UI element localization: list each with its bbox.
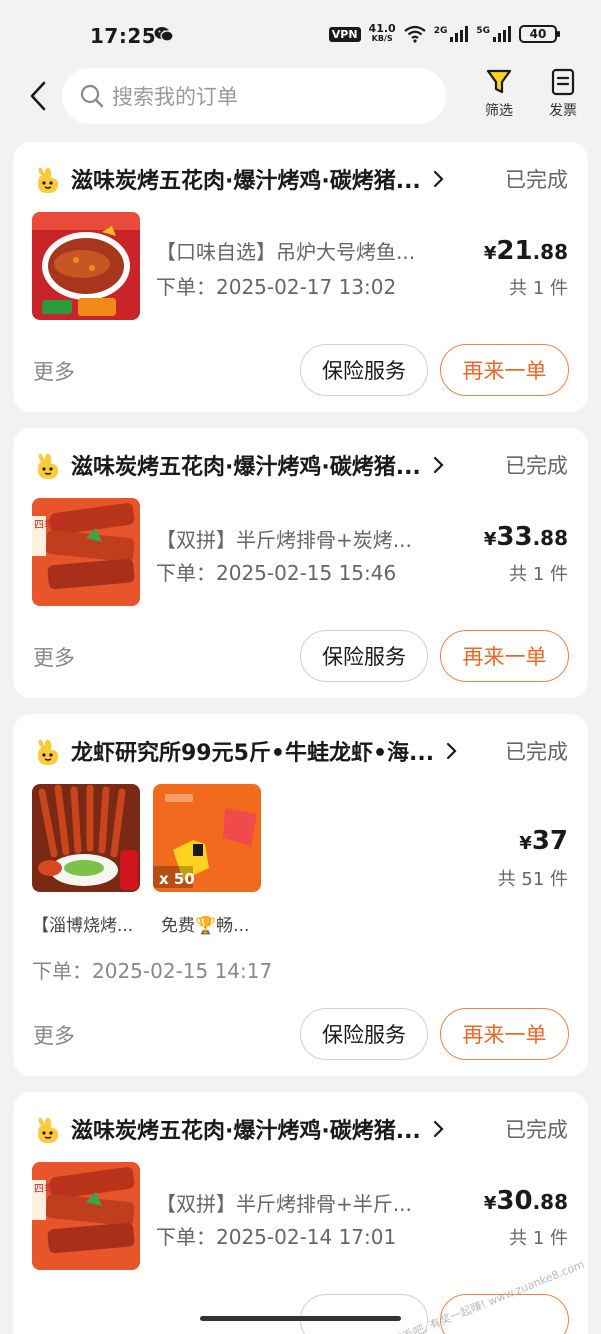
invoice-button[interactable]: 发票 — [538, 68, 588, 120]
shop-name: 滋味炭烤五花肉·爆汁烤鸡·碳烤猪... — [71, 455, 421, 480]
more-link[interactable]: 更多 — [33, 1020, 75, 1050]
order-card-header[interactable]: 滋味炭烤五花肉·爆汁烤鸡·碳烤猪... 已完成 — [33, 1112, 568, 1146]
insurance-service-button[interactable]: 保险服务 — [300, 630, 428, 682]
back-arrow-icon — [30, 81, 46, 111]
insurance-service-button[interactable]: 保险服务 — [300, 1008, 428, 1060]
invoice-icon — [551, 68, 575, 96]
network-speed: 41.0 KB/S — [368, 22, 396, 43]
wechat-icon — [154, 27, 174, 42]
chevron-right-icon — [447, 742, 457, 760]
order-card[interactable]: 滋味炭烤五花肉·爆汁烤鸡·碳烤猪... 已完成 【口味自选】吊炉大号烤鱼... … — [13, 142, 588, 412]
thumbnail-tag: 四季香 — [34, 519, 64, 531]
grilled-ribs-image: 四季香 — [32, 1162, 140, 1270]
status-time: 17:25 — [90, 24, 157, 48]
product-title: 【双拼】半斤烤排骨+炭烤... — [156, 528, 412, 552]
shop-logo-icon — [38, 453, 59, 479]
wifi-icon — [404, 25, 426, 43]
item-count: 共 1 件 — [509, 1228, 568, 1249]
order-price: ¥ 21 .88 — [483, 236, 568, 266]
search-input[interactable]: 搜索我的订单 — [62, 68, 446, 124]
product-thumbnail[interactable] — [32, 784, 140, 892]
status-indicators: VPN 41.0 KB/S 2G 5G 40 — [328, 22, 560, 44]
filter-label: 筛选 — [485, 103, 513, 119]
item-count: 共 1 件 — [509, 564, 568, 585]
chevron-right-icon — [433, 170, 444, 188]
invoice-label: 发票 — [549, 103, 577, 119]
back-button[interactable] — [24, 80, 52, 112]
item-count: 共 1 件 — [509, 278, 568, 299]
bbq-skewers-image — [32, 784, 140, 892]
reorder-button[interactable]: 再来一单 — [440, 630, 569, 682]
filter-icon — [486, 69, 512, 94]
reorder-button[interactable]: 再来一单 — [440, 1008, 569, 1060]
order-time: 下单：2025-02-15 15:46 — [156, 561, 397, 585]
order-card-header[interactable]: 龙虾研究所99元5斤•牛蛙龙虾•海... 已完成 — [33, 734, 568, 768]
order-status: 已完成 — [505, 740, 568, 764]
order-time: 下单：2025-02-17 13:02 — [156, 275, 397, 299]
order-time: 下单：2025-02-15 14:17 — [32, 959, 273, 983]
battery-icon: 40 — [519, 25, 560, 43]
chevron-right-icon — [433, 456, 444, 474]
search-placeholder: 搜索我的订单 — [112, 85, 238, 109]
more-link[interactable]: 更多 — [33, 356, 75, 386]
order-price: ¥ 30 .88 — [483, 1186, 568, 1216]
top-bar: 搜索我的订单 筛选 发票 — [0, 66, 601, 126]
product-caption: 免费🏆畅... — [161, 916, 250, 936]
product-thumbnail[interactable]: x 50 — [153, 784, 261, 892]
reorder-button[interactable]: 再来一单 — [440, 344, 569, 396]
grilled-fish-image — [32, 212, 140, 320]
order-card-header[interactable]: 滋味炭烤五花肉·爆汁烤鸡·碳烤猪... 已完成 — [33, 448, 568, 482]
order-status: 已完成 — [505, 454, 568, 478]
signal-5g-icon: 5G — [476, 26, 511, 42]
order-card[interactable]: 滋味炭烤五花肉·爆汁烤鸡·碳烤猪... 已完成 四季香 【双拼】半斤烤排骨+炭烤… — [13, 428, 588, 698]
grilled-ribs-image: 四季香 — [32, 498, 140, 606]
order-status: 已完成 — [505, 168, 568, 192]
order-card-header[interactable]: 滋味炭烤五花肉·爆汁烤鸡·碳烤猪... 已完成 — [33, 162, 568, 196]
chevron-right-icon — [433, 1120, 444, 1138]
order-price: ¥ 33 .88 — [483, 522, 568, 552]
shop-name: 滋味炭烤五花肉·爆汁烤鸡·碳烤猪... — [71, 1119, 421, 1144]
product-thumbnail[interactable]: 四季香 — [32, 498, 140, 606]
insurance-service-button[interactable]: 保险服务 — [300, 344, 428, 396]
status-bar: 17:25 VPN 41.0 KB/S 2G 5G 40 — [0, 0, 601, 70]
product-caption: 【淄博烧烤... — [32, 916, 134, 936]
shop-logo-icon — [38, 739, 59, 765]
shop-name: 滋味炭烤五花肉·爆汁烤鸡·碳烤猪... — [71, 169, 421, 194]
search-icon — [80, 84, 104, 108]
more-link[interactable]: 更多 — [33, 642, 75, 672]
thumbnail-tag: 四季香 — [34, 1183, 64, 1195]
order-status: 已完成 — [505, 1118, 568, 1142]
shop-logo-icon — [38, 167, 59, 193]
shop-logo-icon — [38, 1117, 59, 1143]
home-indicator[interactable] — [200, 1316, 401, 1321]
product-thumbnail[interactable] — [32, 212, 140, 320]
order-time: 下单：2025-02-14 17:01 — [156, 1225, 397, 1249]
product-thumbnail[interactable]: 四季香 — [32, 1162, 140, 1270]
order-card[interactable]: 龙虾研究所99元5斤•牛蛙龙虾•海... 已完成 x 50 【淄博烧烤... 免… — [13, 714, 588, 1076]
shop-name: 龙虾研究所99元5斤•牛蛙龙虾•海... — [71, 741, 435, 766]
product-title: 【口味自选】吊炉大号烤鱼... — [156, 240, 416, 264]
signal-2g-icon: 2G — [434, 26, 469, 42]
vpn-badge: VPN — [328, 26, 361, 42]
item-quantity-badge: x 50 — [159, 870, 195, 888]
order-price: ¥ 37 — [519, 826, 568, 856]
item-count: 共 51 件 — [497, 869, 568, 890]
filter-button[interactable]: 筛选 — [474, 68, 524, 120]
product-title: 【双拼】半斤烤排骨+半斤... — [156, 1192, 412, 1216]
